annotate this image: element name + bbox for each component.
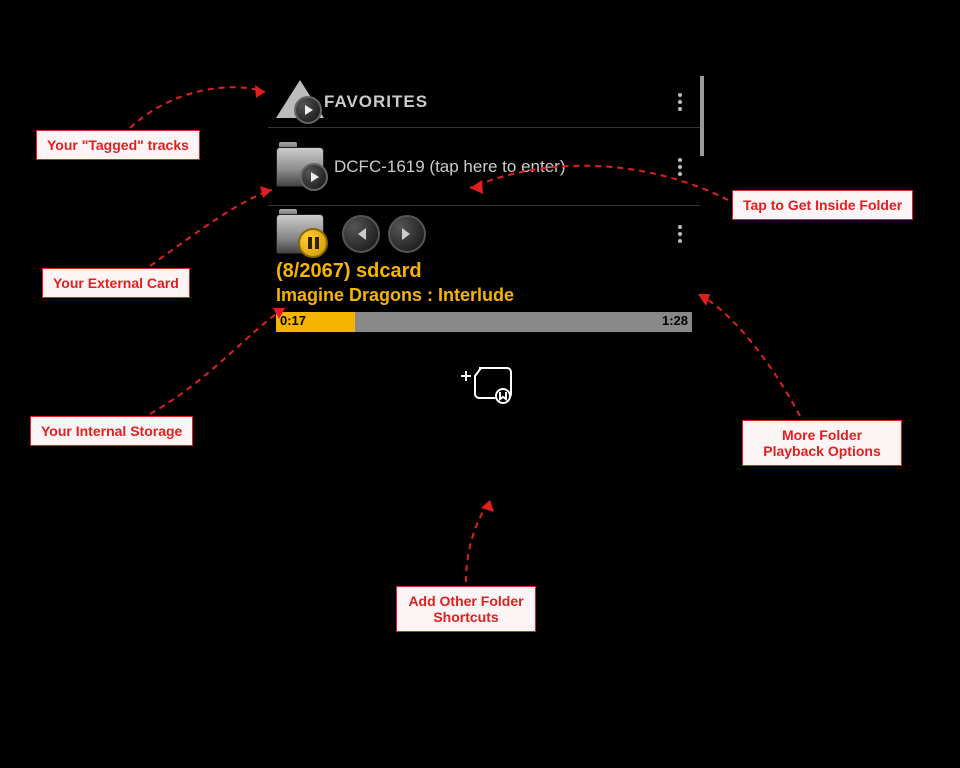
previous-track-button[interactable]	[342, 215, 380, 253]
play-icon	[300, 163, 328, 191]
total-time: 1:28	[662, 313, 688, 328]
pause-icon	[298, 228, 328, 258]
folder-row[interactable]: DCFC-1619 (tap here to enter)	[268, 128, 700, 206]
callout-external: Your External Card	[42, 268, 190, 298]
favorites-icon	[276, 80, 324, 124]
favorites-label: FAVORITES	[324, 92, 668, 112]
play-icon	[294, 96, 322, 124]
favorites-row[interactable]: FAVORITES	[268, 76, 700, 128]
callout-inside: Tap to Get Inside Folder	[732, 190, 913, 220]
folder-menu-button[interactable]	[668, 158, 692, 176]
add-folder-shortcut-button[interactable]	[449, 356, 519, 404]
callout-internal: Your Internal Storage	[30, 416, 193, 446]
scrollbar[interactable]	[700, 76, 704, 156]
folder-icon	[276, 147, 324, 187]
now-playing-row: (8/2067) sdcard Imagine Dragons : Interl…	[268, 206, 700, 412]
callout-tagged: Your "Tagged" tracks	[36, 130, 200, 160]
folder-label: DCFC-1619 (tap here to enter)	[334, 157, 668, 177]
next-track-button[interactable]	[388, 215, 426, 253]
playback-menu-button[interactable]	[668, 225, 692, 243]
favorites-menu-button[interactable]	[668, 93, 692, 111]
elapsed-time: 0:17	[280, 313, 306, 328]
sdcard-folder-icon	[276, 214, 324, 254]
callout-add-shortcut: Add Other Folder Shortcuts	[396, 586, 536, 632]
track-title: Imagine Dragons : Interlude	[276, 285, 692, 306]
track-counter: (8/2067) sdcard	[276, 260, 692, 283]
callout-more-options: More Folder Playback Options	[742, 420, 902, 466]
progress-bar[interactable]: 0:17 1:28	[276, 312, 692, 332]
